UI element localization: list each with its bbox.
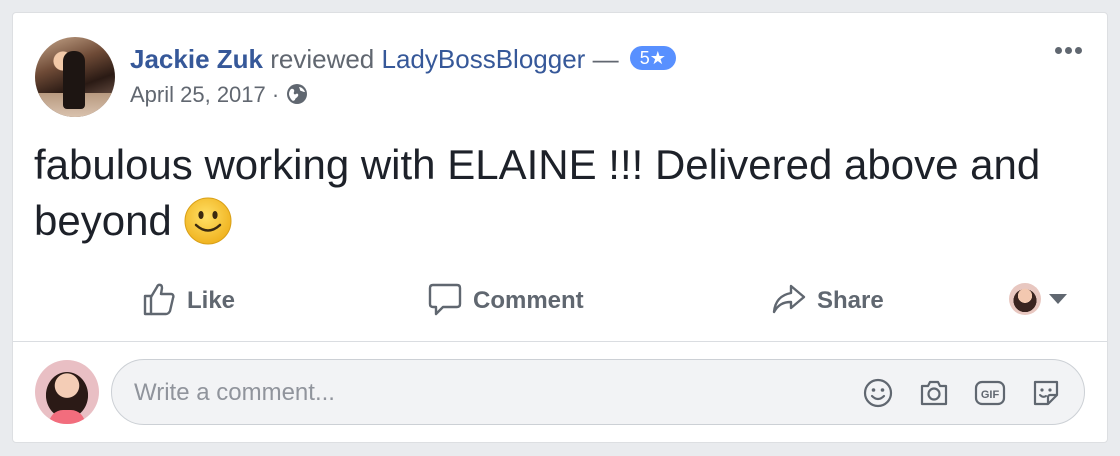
- page-name-link[interactable]: LadyBossBlogger: [382, 44, 586, 74]
- review-post-card: Jackie Zuk reviewed LadyBossBlogger — 5★…: [12, 12, 1108, 443]
- svg-text:GIF: GIF: [981, 389, 1000, 401]
- globe-icon[interactable]: [285, 82, 309, 106]
- camera-icon[interactable]: [918, 377, 950, 409]
- commenter-avatar[interactable]: [35, 360, 99, 424]
- more-dot: [1075, 47, 1082, 54]
- viewer-avatar: [1009, 283, 1041, 315]
- post-header: Jackie Zuk reviewed LadyBossBlogger — 5★: [130, 43, 676, 75]
- like-button[interactable]: Like: [141, 283, 235, 319]
- smile-emoji-icon: [184, 197, 232, 245]
- emoji-icon[interactable]: [862, 377, 894, 409]
- author-name-link[interactable]: Jackie Zuk: [130, 44, 263, 74]
- comment-bubble-icon: [428, 283, 462, 315]
- share-button[interactable]: Share: [771, 283, 884, 319]
- post-actions-bar: Like Comment Share: [13, 271, 1107, 331]
- post-meta: April 25, 2017 ·: [130, 81, 309, 109]
- sticker-icon[interactable]: [1030, 377, 1062, 409]
- meta-separator: ·: [271, 82, 280, 107]
- header-dash: —: [592, 44, 619, 74]
- thumbs-up-icon: [143, 283, 175, 315]
- avatar-shirt: [49, 410, 85, 424]
- more-dot: [1065, 47, 1072, 54]
- comment-button[interactable]: Comment: [427, 283, 584, 319]
- more-options-icon[interactable]: [1055, 41, 1089, 55]
- reviewed-text: reviewed: [270, 44, 375, 74]
- post-date[interactable]: April 25, 2017: [130, 82, 266, 107]
- comment-composer: GIF: [111, 359, 1085, 426]
- post-as-selector[interactable]: [1009, 283, 1067, 319]
- avatar-figure: [63, 51, 85, 109]
- caret-down-icon: [1049, 294, 1067, 304]
- gif-icon[interactable]: GIF: [974, 377, 1006, 409]
- like-label: Like: [187, 287, 236, 314]
- share-label: Share: [817, 287, 884, 314]
- divider: [13, 341, 1107, 342]
- author-avatar[interactable]: [35, 37, 115, 117]
- comment-label: Comment: [473, 287, 584, 314]
- rating-badge: 5★: [629, 46, 676, 71]
- share-arrow-icon: [772, 284, 806, 313]
- comment-input[interactable]: [132, 360, 836, 426]
- more-dot: [1055, 47, 1062, 54]
- review-text: fabulous working with ELAINE !!! Deliver…: [34, 137, 1094, 249]
